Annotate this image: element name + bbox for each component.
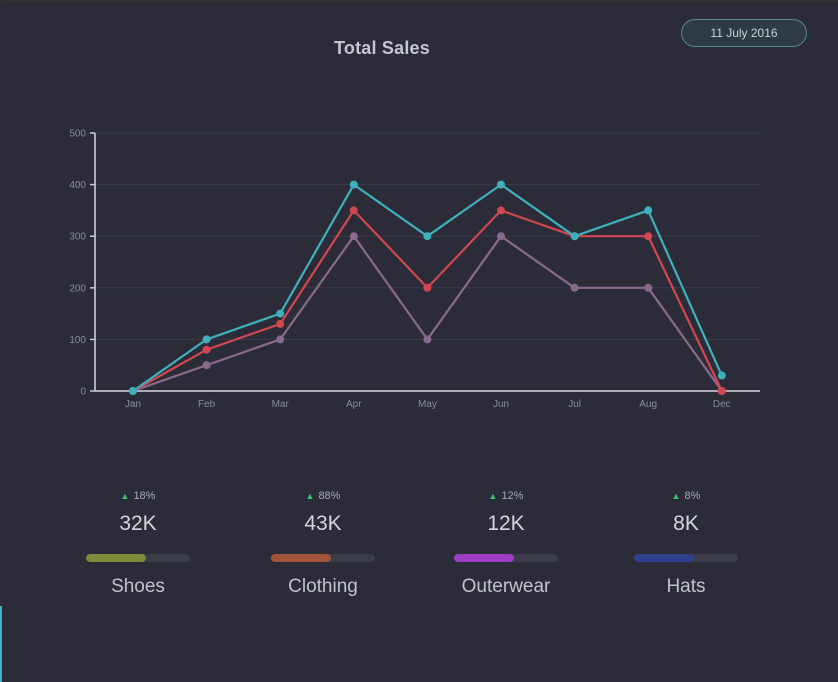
x-tick-label: Apr (346, 399, 362, 410)
stat-label: Outerwear (461, 576, 551, 597)
left-accent-bar (0, 606, 2, 682)
data-point (202, 345, 211, 354)
data-point (276, 335, 285, 344)
stat-card-hats: ▲ 8% 8K Hats (606, 490, 766, 598)
up-arrow-icon: ▲ (488, 491, 498, 501)
stat-label: Clothing (288, 576, 358, 597)
data-point (644, 206, 653, 215)
data-point (276, 319, 285, 328)
y-tick-label: 100 (69, 335, 86, 346)
stat-value: 12K (487, 512, 525, 535)
stat-label: Hats (666, 576, 706, 597)
y-tick-label: 300 (69, 232, 86, 243)
stat-delta: ▲ 12% (426, 490, 586, 506)
stat-card-shoes: ▲ 18% 32K Shoes (58, 490, 218, 598)
up-arrow-icon: ▲ (671, 491, 681, 501)
data-point (349, 180, 358, 189)
stat-progress-bar (634, 554, 738, 562)
x-tick-label: Aug (639, 399, 657, 410)
data-point (276, 309, 285, 318)
data-point (202, 361, 211, 370)
data-point (423, 283, 432, 292)
data-point (423, 335, 432, 344)
stat-progress-bar (454, 554, 558, 562)
data-point (717, 371, 726, 380)
data-point (644, 283, 653, 292)
stat-progress-fill (86, 554, 147, 562)
x-tick-label: Mar (272, 399, 290, 410)
stat-delta: ▲ 18% (58, 490, 218, 506)
data-point (349, 206, 358, 215)
y-tick-label: 0 (80, 387, 86, 398)
up-arrow-icon: ▲ (120, 491, 130, 501)
data-point (570, 232, 579, 241)
x-tick-label: Jan (125, 399, 141, 410)
y-tick-label: 200 (69, 283, 86, 294)
data-point (497, 180, 505, 189)
data-point (570, 283, 579, 292)
stat-value: 43K (304, 512, 342, 535)
data-point (202, 335, 211, 344)
stat-progress-fill (454, 554, 515, 562)
up-arrow-icon: ▲ (305, 491, 315, 501)
y-tick-label: 400 (69, 180, 86, 191)
stat-delta-text: 12% (501, 490, 524, 502)
stat-delta: ▲ 8% (606, 490, 766, 506)
stat-label: Shoes (111, 576, 165, 597)
x-tick-label: May (418, 399, 437, 410)
y-tick-label: 500 (69, 129, 86, 140)
data-point (497, 206, 505, 215)
data-point (349, 232, 358, 241)
stat-progress-bar (271, 554, 375, 562)
data-point (644, 232, 653, 241)
stat-card-clothing: ▲ 88% 43K Clothing (243, 490, 403, 598)
series-line (132, 235, 723, 393)
stat-delta: ▲ 88% (243, 490, 403, 506)
stat-value: 32K (119, 512, 157, 535)
data-point (129, 387, 137, 395)
x-tick-label: Dec (713, 399, 731, 410)
stat-progress-fill (271, 554, 332, 562)
stat-delta-text: 8% (684, 490, 701, 502)
stat-delta-text: 18% (133, 490, 156, 502)
data-point (717, 387, 726, 395)
data-point (497, 232, 505, 241)
x-tick-label: Jul (568, 399, 581, 410)
stat-progress-bar (86, 554, 190, 562)
data-point (423, 232, 432, 241)
stat-progress-fill (634, 554, 695, 562)
sales-line-chart: 0 100 200 300 400 500 Jan Feb Mar Apr May Jun Jul Aug… (69, 129, 760, 410)
x-tick-label: Feb (198, 399, 216, 410)
x-tick-label: Jun (493, 399, 509, 410)
stat-value: 8K (673, 512, 699, 535)
stat-card-outerwear: ▲ 12% 12K Outerwear (426, 490, 586, 598)
stat-delta-text: 88% (318, 490, 341, 502)
